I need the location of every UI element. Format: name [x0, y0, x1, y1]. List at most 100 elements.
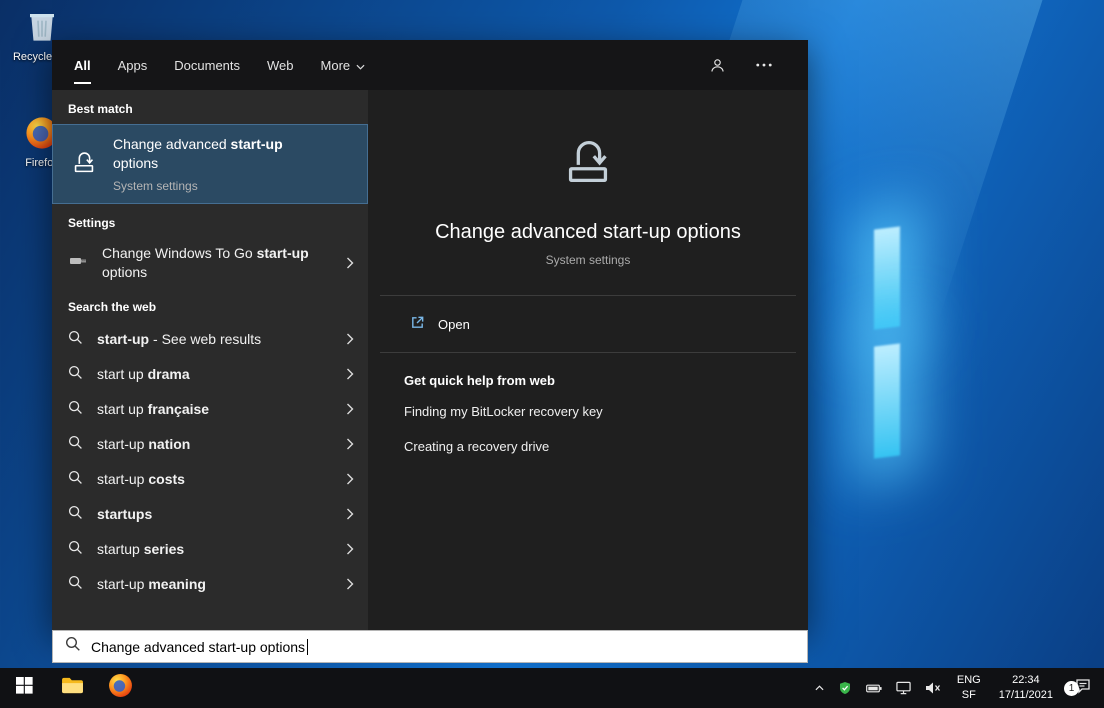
help-link[interactable]: Creating a recovery drive [404, 429, 788, 464]
text-segment: costs [148, 471, 185, 487]
tab-documents[interactable]: Documents [174, 40, 240, 90]
system-tray: ENG SF 22:34 17/11/2021 1 [808, 668, 1104, 708]
search-icon [68, 540, 83, 558]
search-icon [68, 365, 83, 383]
search-icon [68, 435, 83, 453]
search-input[interactable]: Change advanced start-up options [52, 630, 808, 663]
preview-header: Change advanced start-up options System … [368, 90, 808, 267]
search-icon [68, 400, 83, 418]
language-indicator[interactable]: ENG SF [948, 668, 990, 708]
battery-icon[interactable] [859, 668, 889, 708]
text-segment: meaning [148, 576, 206, 592]
best-match-title: Change advanced start-up options [113, 135, 323, 173]
web-suggestion[interactable]: startup series [52, 532, 368, 567]
wallpaper-window-pane [874, 343, 900, 458]
best-match-text: Change advanced start-up options System … [113, 135, 323, 194]
open-label: Open [438, 317, 470, 332]
search-icon [68, 575, 83, 593]
help-link[interactable]: Finding my BitLocker recovery key [404, 394, 788, 429]
settings-result-text: Change Windows To Go start-up options [102, 244, 314, 282]
search-results-body: Best match Change advanced start-up opti… [52, 90, 808, 630]
results-list: Best match Change advanced start-up opti… [52, 90, 368, 630]
taskbar: ENG SF 22:34 17/11/2021 1 [0, 668, 1104, 708]
best-match-result[interactable]: Change advanced start-up options System … [52, 124, 368, 204]
tab-label: Web [267, 58, 294, 73]
best-match-header: Best match [52, 90, 368, 124]
result-preview-pane: Change advanced start-up options System … [368, 90, 808, 630]
web-help-section: Get quick help from web Finding my BitLo… [368, 353, 808, 464]
tabs-bar-actions [709, 57, 786, 74]
clock[interactable]: 22:34 17/11/2021 [990, 668, 1062, 708]
web-search-header: Search the web [52, 288, 368, 322]
web-suggestion[interactable]: start-up nation [52, 427, 368, 462]
settings-header: Settings [52, 204, 368, 238]
search-icon [68, 330, 83, 348]
text-segment: options [102, 264, 147, 280]
text-segment: options [113, 155, 158, 171]
suggestion-text: start up drama [97, 365, 190, 384]
web-suggestion[interactable]: start-up - See web results [52, 322, 368, 357]
suggestion-text: startups [97, 505, 152, 524]
clock-time: 22:34 [1012, 673, 1040, 688]
help-header: Get quick help from web [404, 373, 788, 394]
hidden-icons-chevron[interactable] [808, 668, 831, 708]
web-suggestion[interactable]: start-up costs [52, 462, 368, 497]
preview-title: Change advanced start-up options [368, 221, 808, 244]
text-segment: française [148, 401, 209, 417]
start-button[interactable] [0, 668, 48, 708]
usb-drive-icon [68, 251, 88, 274]
web-suggestion[interactable]: start up française [52, 392, 368, 427]
action-center-button[interactable]: 1 [1062, 678, 1104, 699]
web-suggestion[interactable]: start-up meaning [52, 567, 368, 602]
suggestion-text: start-up meaning [97, 575, 206, 594]
preview-subtitle: System settings [368, 253, 808, 267]
suggestion-text: start-up nation [97, 435, 190, 454]
keyboard-layout: SF [962, 688, 976, 703]
text-segment: start-up [257, 245, 309, 261]
text-segment: start-up [97, 331, 149, 347]
wallpaper-window-pane [874, 226, 900, 329]
chevron-right-icon [346, 508, 354, 520]
advanced-startup-icon [69, 147, 99, 182]
tab-web[interactable]: Web [267, 40, 294, 90]
language-code: ENG [957, 673, 981, 688]
file-explorer-button[interactable] [48, 668, 96, 708]
windows-security-icon[interactable] [831, 668, 859, 708]
volume-muted-icon[interactable] [918, 668, 948, 708]
text-segment: start-up [97, 471, 148, 487]
suggestion-text: startup series [97, 540, 184, 559]
tab-label: Documents [174, 58, 240, 73]
open-action[interactable]: Open [368, 296, 808, 352]
notification-badge: 1 [1064, 681, 1079, 696]
chevron-down-icon [356, 58, 365, 73]
chevron-right-icon [346, 333, 354, 345]
chevron-right-icon [346, 368, 354, 380]
search-flyout: All Apps Documents Web More [52, 40, 808, 630]
search-icon [68, 505, 83, 523]
text-segment: Change Windows To Go [102, 245, 257, 261]
tab-all[interactable]: All [74, 40, 91, 90]
tab-label: More [321, 58, 351, 73]
open-icon [410, 315, 425, 333]
best-match-subtitle: System settings [113, 179, 323, 193]
chevron-right-icon [346, 473, 354, 485]
network-icon[interactable] [889, 668, 918, 708]
tab-apps[interactable]: Apps [118, 40, 148, 90]
user-account-icon[interactable] [709, 57, 726, 74]
text-segment: start up [97, 401, 148, 417]
chevron-right-icon [346, 403, 354, 415]
search-icon [68, 470, 83, 488]
file-explorer-icon [61, 676, 84, 700]
tab-more[interactable]: More [321, 40, 366, 90]
text-segment: drama [148, 366, 190, 382]
firefox-button[interactable] [96, 668, 144, 708]
text-segment: series [144, 541, 184, 557]
web-suggestion[interactable]: startups [52, 497, 368, 532]
web-suggestion[interactable]: start up drama [52, 357, 368, 392]
text-segment: startups [97, 506, 152, 522]
search-query-text: Change advanced start-up options [91, 639, 305, 655]
settings-result[interactable]: Change Windows To Go start-up options [52, 238, 368, 288]
clock-date: 17/11/2021 [999, 688, 1053, 703]
ellipsis-icon[interactable] [756, 63, 772, 67]
tab-label: All [74, 58, 91, 73]
